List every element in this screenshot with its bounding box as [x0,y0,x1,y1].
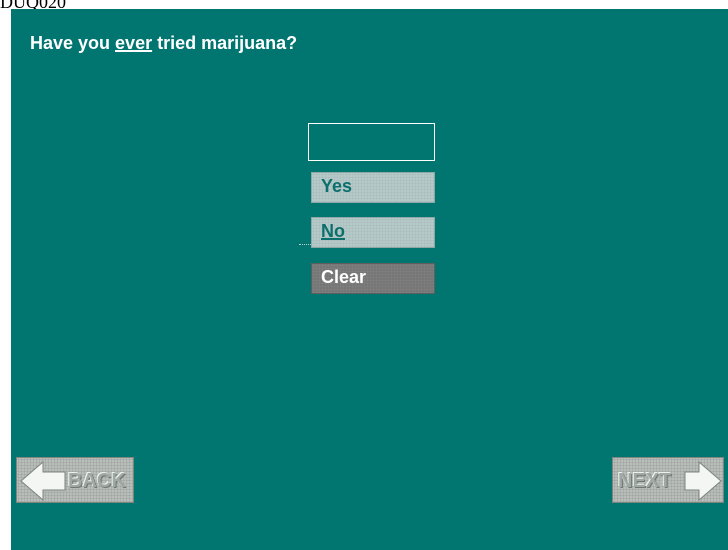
question-emphasis: ever [115,33,153,53]
arrow-right-icon [684,460,722,502]
yes-label: Yes [321,176,353,196]
clear-button[interactable]: Clear [311,263,435,294]
no-button[interactable]: No [311,217,435,248]
question-text: Have you ever tried marijuana? [30,33,297,54]
question-prefix: Have you [30,33,116,53]
next-label: NEXT [618,470,672,492]
arrow-left-icon [20,460,66,502]
question-suffix: tried marijuana? [152,33,298,53]
next-button[interactable]: NEXT [612,457,724,503]
survey-page: DUQ020 Have you ever tried marijuana? Ye… [0,0,728,550]
question-panel: Have you ever tried marijuana? Yes No Cl… [11,9,728,550]
no-label: No [321,221,345,241]
answer-field[interactable] [308,123,435,161]
yes-button[interactable]: Yes [311,172,435,203]
back-button[interactable]: BACK [16,457,134,503]
clear-label: Clear [321,267,367,287]
back-label: BACK [68,470,126,492]
